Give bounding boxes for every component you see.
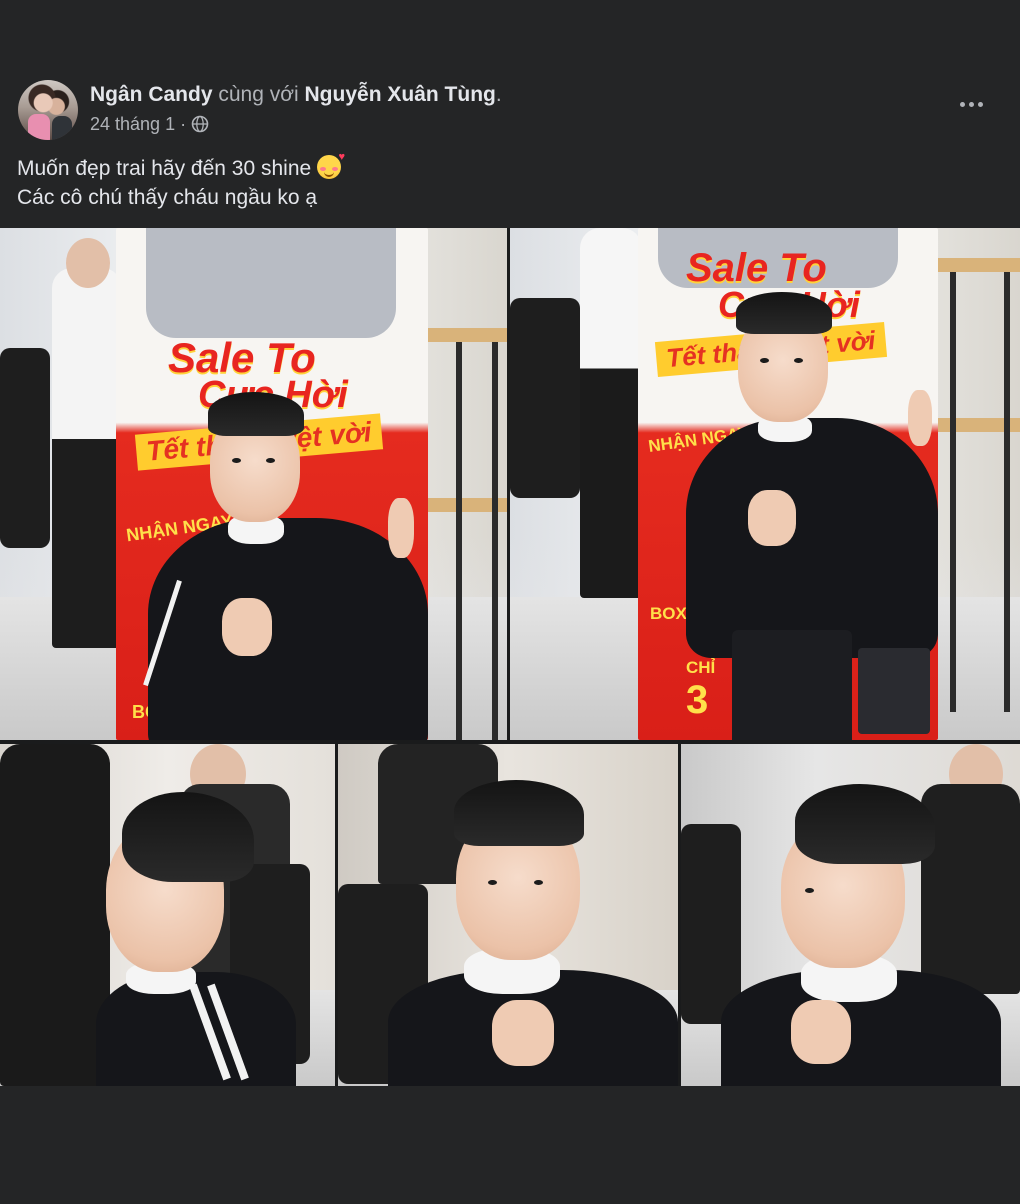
- photo-5[interactable]: [681, 744, 1020, 1086]
- boy-hand: [222, 598, 272, 656]
- boy-hand: [492, 1000, 554, 1066]
- boy-jacket: [148, 518, 428, 740]
- photo-2[interactable]: Sale To Cực Hời Tết thật tuyệt vời NHẬN …: [510, 228, 1020, 740]
- caption-line-2: Các cô chú thấy cháu ngầu ko ạ: [17, 186, 318, 209]
- with-text: cùng với: [218, 83, 299, 106]
- boy-eye: [794, 358, 803, 363]
- name-period: .: [495, 83, 502, 106]
- more-dot: [968, 101, 974, 107]
- post-author-line: Ngân Candy cùng với Nguyễn Xuân Tùng.: [90, 82, 502, 108]
- boy-figure: [388, 780, 678, 1086]
- boy-hair: [795, 784, 935, 864]
- boy-figure: [96, 792, 296, 1086]
- salon-chair: [0, 348, 50, 548]
- shelf-post: [1004, 272, 1010, 712]
- post-caption: Muốn đẹp trai hãy đến 30 shine ♥ Các cô …: [17, 152, 997, 212]
- barber-figure: [52, 268, 122, 648]
- boy-eye: [232, 458, 241, 463]
- salon-chair: [510, 298, 580, 498]
- post-header: Ngân Candy cùng với Nguyễn Xuân Tùng. 24…: [18, 80, 1002, 142]
- smiling-face-with-hearts-emoji-icon: ♥: [317, 152, 345, 179]
- photo-1[interactable]: Sale To Cực Hời Tết thật tuyệt vời NHẬN …: [0, 228, 507, 740]
- globe-icon[interactable]: [191, 115, 209, 133]
- post-date[interactable]: 24 tháng 1: [90, 112, 175, 136]
- barber-figure: [580, 228, 642, 598]
- boy-hand: [748, 490, 796, 546]
- caption-line-1: Muốn đẹp trai hãy đến 30 shine ♥: [17, 152, 997, 183]
- banner-model-suit: [146, 228, 396, 338]
- boy-hair: [208, 392, 304, 436]
- photo-grid: Sale To Cực Hời Tết thật tuyệt vời NHẬN …: [0, 228, 1020, 1086]
- shelf-post: [456, 342, 462, 740]
- more-dot: [977, 101, 983, 107]
- meta-separator: ·: [180, 114, 187, 134]
- shelf: [428, 328, 507, 342]
- barber-figure: [0, 744, 110, 1086]
- barber-head: [66, 238, 110, 288]
- boy-jacket: [686, 418, 938, 658]
- author-name[interactable]: Ngân Candy: [90, 83, 213, 106]
- boy-hair: [736, 292, 832, 334]
- more-options-button[interactable]: [956, 94, 986, 114]
- boy-eye: [488, 880, 497, 885]
- author-avatar[interactable]: [18, 80, 78, 140]
- boy-hair: [454, 780, 584, 846]
- boy-figure: [721, 784, 1001, 1086]
- boy-hand: [388, 498, 414, 558]
- boy-hand: [791, 1000, 851, 1064]
- shelf-post: [950, 272, 956, 712]
- boy-eye: [266, 458, 275, 463]
- shelf: [938, 258, 1020, 272]
- boy-pants: [732, 630, 852, 740]
- tagged-name[interactable]: Nguyễn Xuân Tùng: [305, 83, 496, 106]
- caption-line-1-text: Muốn đẹp trai hãy đến 30 shine: [17, 157, 312, 180]
- post-meta: 24 tháng 1 ·: [90, 112, 209, 136]
- boy-eye: [805, 888, 814, 893]
- boy-eye: [760, 358, 769, 363]
- boy-eye: [534, 880, 543, 885]
- photo-4[interactable]: [338, 744, 678, 1086]
- shelf-post: [492, 342, 498, 740]
- photo-3[interactable]: [0, 744, 335, 1086]
- boy-hair: [122, 792, 254, 882]
- product-box: [858, 648, 930, 734]
- boy-hand: [908, 390, 932, 446]
- boy-figure: [143, 388, 428, 740]
- more-dot: [959, 101, 965, 107]
